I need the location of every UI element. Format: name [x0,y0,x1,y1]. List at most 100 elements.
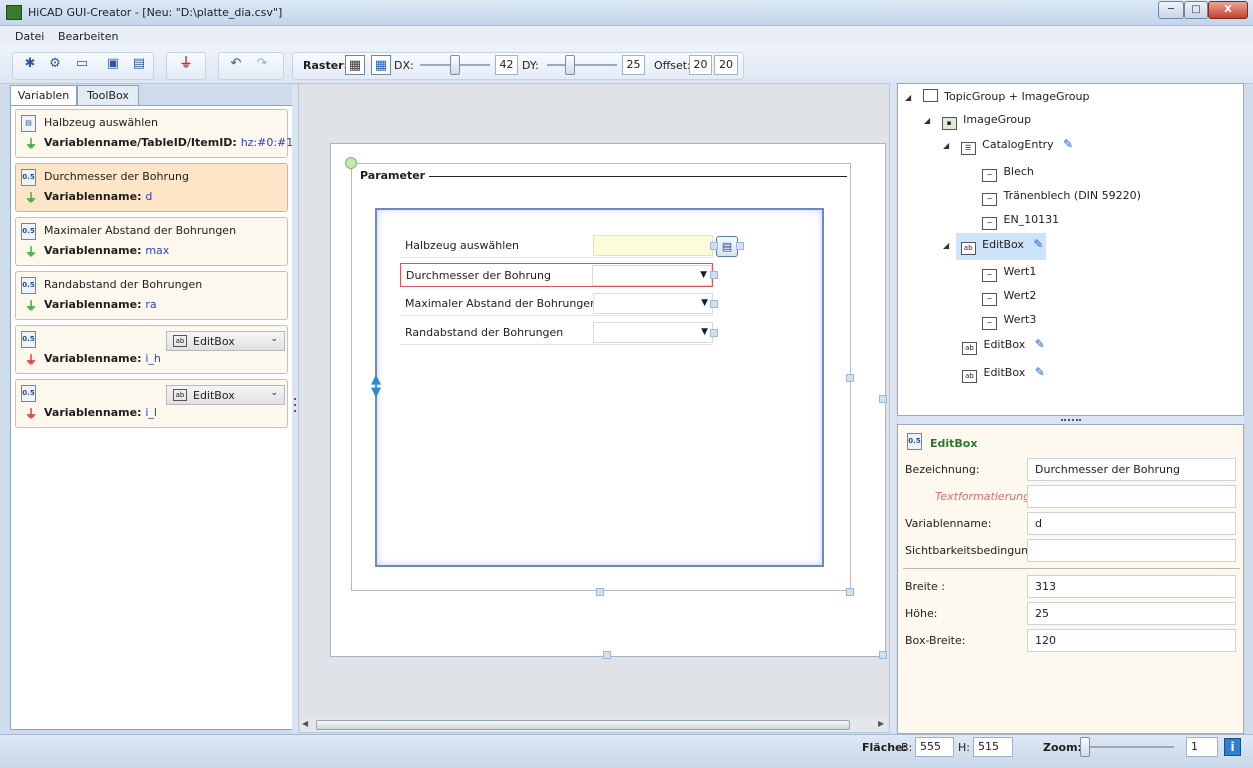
expand-arrow-icon[interactable]: ◢ [943,141,949,150]
dy-slider[interactable] [547,64,617,66]
resize-handle[interactable] [710,271,718,279]
offset-y-field[interactable]: 20 [714,55,738,75]
variable-card[interactable]: 0.5 ⏚ Randabstand der Bohrungen Variable… [15,271,288,320]
zoom-slider[interactable] [1080,746,1174,748]
canvas-width-field[interactable]: 555 [915,737,954,757]
catalog-picker-icon[interactable]: ▤ [716,236,738,257]
bezeichnung-field[interactable]: Durchmesser der Bohrung [1027,458,1236,481]
tree-item[interactable]: ─ Wert1 [982,265,1036,287]
dx-field[interactable]: 42 [495,55,518,75]
tree-item[interactable]: ◢ ▪ ImageGroup [924,113,1031,135]
variable-card[interactable]: 0.5 ⏚ Durchmesser der Bohrung Variablenn… [15,163,288,212]
variable-card[interactable]: ▤ ⏚ Halbzeug auswählen Variablenname/Tab… [15,109,293,158]
form-row-halbzeug[interactable]: Halbzeug auswählen [400,234,713,258]
variable-card[interactable]: 0.5 ⏚ Maximaler Abstand der Bohrungen Va… [15,217,288,266]
variable-key-label: Variablenname: [44,244,142,257]
sichtbarkeit-field[interactable] [1027,539,1236,562]
offset-x-field[interactable]: 20 [689,55,712,75]
form-row-randabstand[interactable]: Randabstand der Bohrungen ▼ [400,321,713,345]
hoehe-field[interactable]: 25 [1027,602,1236,625]
tree-item[interactable]: ─ EN_10131 [982,213,1059,235]
scroll-right-icon[interactable]: ▶ [878,719,884,728]
tab-variables[interactable]: Variablen [10,85,77,106]
maximize-button[interactable]: □ [1184,1,1208,19]
undo-icon[interactable]: ↶ [226,54,246,74]
catalog-field[interactable] [593,235,713,256]
expand-arrow-icon[interactable]: ◢ [905,93,911,102]
tree-item[interactable]: ─ Tränenblech (DIN 59220) [982,189,1141,211]
box-breite-field[interactable]: 120 [1027,629,1236,652]
close-button[interactable]: X [1208,1,1248,19]
resize-handle[interactable] [879,395,887,403]
breite-field[interactable]: 313 [1027,575,1236,598]
tree-item[interactable]: ◢ ☰ CatalogEntry ✎ [943,137,1073,159]
resize-handle[interactable] [710,329,718,337]
zoom-field[interactable]: 1 [1186,737,1218,757]
plug-icon[interactable]: ⏚ [176,54,196,74]
pencil-icon[interactable]: ✎ [1063,137,1073,151]
minimize-button[interactable]: ─ [1158,1,1184,19]
pencil-icon[interactable]: ✎ [1035,337,1045,351]
new-icon[interactable]: ✱ [20,54,40,74]
menu-file[interactable]: Datei [15,30,44,43]
dy-field[interactable]: 25 [622,55,645,75]
resize-handle[interactable] [710,300,718,308]
pencil-icon[interactable]: ✎ [1033,237,1043,251]
canvas-height-field[interactable]: 515 [973,737,1013,757]
expand-arrow-icon[interactable]: ◢ [924,116,930,125]
tree-item-label: Blech [1003,165,1034,178]
resize-handle[interactable] [846,374,854,382]
scrollbar-thumb[interactable] [316,720,850,730]
new-from-template-icon[interactable]: ⚙ [45,54,65,74]
vertical-resize-icon[interactable]: ▲ ▼ [369,373,383,403]
anchor-handle[interactable] [345,157,357,169]
menu-edit[interactable]: Bearbeiten [58,30,118,43]
pencil-icon[interactable]: ✎ [1035,365,1045,379]
resize-handle[interactable] [710,242,718,250]
redo-icon[interactable]: ↷ [252,54,272,74]
zoom-slider-thumb[interactable] [1080,737,1090,757]
open-icon[interactable]: ▭ [72,54,92,74]
tree-item-label: EditBox [983,366,1026,379]
resize-handle[interactable] [596,588,604,596]
form-row-max-abstand[interactable]: Maximaler Abstand der Bohrungen ▼ [400,292,713,316]
diameter-combo[interactable]: ▼ [592,265,712,286]
expand-arrow-icon[interactable]: ◢ [943,241,949,250]
plug-connected-icon: ⏚ [25,137,38,151]
snap-grid-icon[interactable]: ▦ [371,55,391,75]
edge-distance-combo[interactable]: ▼ [593,322,713,343]
tree-item[interactable]: ─ Wert2 [982,289,1036,311]
resize-handle[interactable] [846,588,854,596]
editbox-icon: ab [960,242,976,255]
properties-header: EditBox [930,437,978,450]
tree-item[interactable]: ab EditBox ✎ [962,337,1045,359]
form-row-durchmesser[interactable]: Durchmesser der Bohrung ▼ [400,263,713,287]
variable-card[interactable]: 0.5 ⏚ ab EditBox ⌄ Variablenname: i_h [15,325,288,374]
resize-handle[interactable] [879,651,887,659]
info-icon[interactable]: i [1224,738,1241,756]
tree-item[interactable]: ─ Blech [982,165,1034,187]
resize-handle[interactable] [736,242,744,250]
textformatierung-field[interactable] [1027,485,1236,508]
editbox-icon: ab [173,389,187,401]
resize-handle[interactable] [603,651,611,659]
control-type-dropdown[interactable]: ab EditBox ⌄ [166,331,285,351]
variable-card[interactable]: 0.5 ⏚ ab EditBox ⌄ Variablenname: i_l [15,379,288,428]
save-as-icon[interactable]: ▤ [129,54,149,74]
tree-item[interactable]: ─ Wert3 [982,313,1036,335]
max-distance-combo[interactable]: ▼ [593,293,713,314]
save-icon[interactable]: ▣ [103,54,123,74]
dy-slider-thumb[interactable] [565,55,575,75]
right-splitter[interactable] [890,83,896,733]
scroll-left-icon[interactable]: ◀ [302,719,308,728]
dx-slider-thumb[interactable] [450,55,460,75]
tree-item[interactable]: ◢ TopicGroup + ImageGroup [905,89,1089,111]
grid-icon[interactable]: ▦ [345,55,365,75]
selected-container[interactable] [375,208,824,567]
tree-item-selected[interactable]: ◢ ab EditBox ✎ [943,237,1043,259]
value-item-icon: ─ [982,193,997,206]
tab-toolbox[interactable]: ToolBox [77,85,139,106]
tree-item[interactable]: ab EditBox ✎ [962,365,1045,387]
variablenname-field[interactable]: d [1027,512,1236,535]
control-type-dropdown[interactable]: ab EditBox ⌄ [166,385,285,405]
